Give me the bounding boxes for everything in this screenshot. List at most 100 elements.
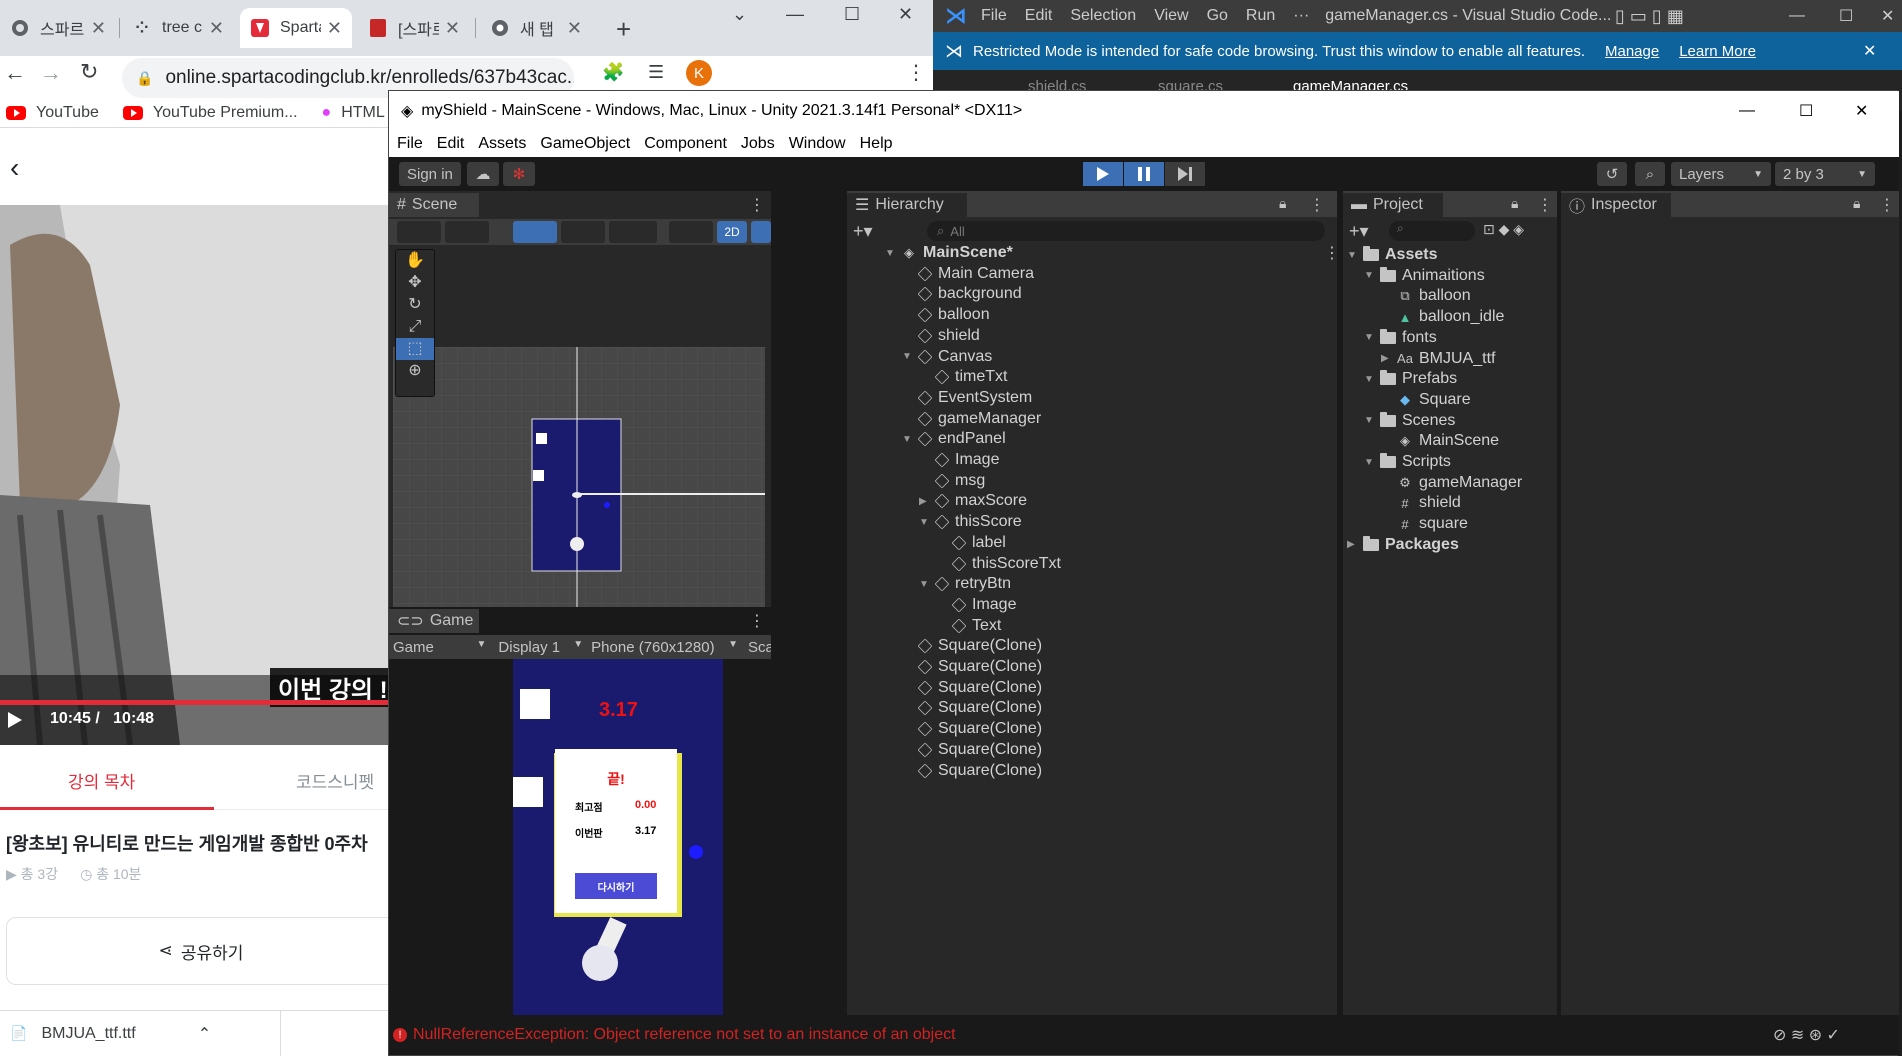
hierarchy-item[interactable]: Square(Clone) — [902, 698, 1042, 718]
tab-search-chevron-icon[interactable]: ⌄ — [732, 4, 747, 25]
project-item[interactable]: ▼ Assets — [1347, 245, 1437, 265]
back-chevron-icon[interactable]: ‹ — [10, 152, 19, 184]
panel-menu-icon[interactable]: ⋮ — [1309, 195, 1325, 215]
game-render[interactable]: 3.17 끝! 최고점 0.00 이번판 3.17 다시하기 — [513, 659, 723, 1017]
hierarchy-item[interactable]: background — [902, 284, 1022, 304]
resolution-dropdown[interactable]: Phone (760x1280) ▼ — [591, 639, 742, 656]
hierarchy-item[interactable]: ▼ endPanel — [902, 429, 1006, 449]
new-tab-plus-icon[interactable]: + — [616, 14, 631, 45]
minimize-icon[interactable]: — — [1789, 7, 1805, 25]
maximize-icon[interactable]: ☐ — [1839, 6, 1853, 26]
hierarchy-item[interactable]: ▼ thisScore — [919, 512, 1022, 532]
hierarchy-item[interactable]: Main Camera — [902, 264, 1034, 284]
forward-arrow-icon[interactable]: → — [40, 60, 62, 86]
project-item[interactable]: ▼ Scenes — [1364, 411, 1455, 431]
unity-menu-window[interactable]: Window — [789, 135, 846, 153]
expanded-arrow-icon[interactable]: ▼ — [1364, 270, 1376, 281]
hierarchy-item[interactable]: timeTxt — [919, 367, 1007, 387]
lock-icon[interactable]: 🔒︎ — [1279, 195, 1286, 212]
hierarchy-item[interactable]: ▼ retryBtn — [919, 574, 1011, 594]
grid-snap-toggle[interactable] — [513, 221, 557, 243]
tab-hierarchy[interactable]: ☰ Hierarchy — [847, 193, 967, 217]
expanded-arrow-icon[interactable]: ▼ — [1364, 332, 1376, 343]
extension-puzzle-icon[interactable]: 🧩 — [602, 62, 624, 83]
hierarchy-item[interactable]: Text — [936, 616, 1001, 636]
project-item[interactable]: ▶ Aa BMJUA_ttf — [1381, 349, 1495, 369]
bookmark-youtube-premium[interactable]: YouTube Premium... — [122, 104, 298, 122]
project-item[interactable]: ▼ Prefabs — [1364, 369, 1457, 389]
learn-more-link[interactable]: Learn More — [1679, 43, 1756, 60]
retry-button[interactable]: 다시하기 — [575, 873, 657, 899]
unity-menu-jobs[interactable]: Jobs — [741, 135, 775, 153]
browser-tab[interactable]: 스파르 ✕ — [0, 8, 116, 48]
maximize-icon[interactable]: ☐ — [1799, 101, 1813, 121]
shading-dropdown[interactable] — [445, 221, 489, 243]
video-progress-bar[interactable] — [0, 700, 388, 705]
rotate-tool-icon[interactable]: ↻ — [396, 294, 434, 316]
panel-menu-icon[interactable]: ⋮ — [749, 195, 765, 215]
close-tab-icon[interactable]: ✕ — [91, 18, 106, 39]
sidepanel-icon[interactable]: ☰ — [648, 62, 664, 83]
hierarchy-item[interactable]: ▶ maxScore — [919, 491, 1027, 511]
expanded-arrow-icon[interactable]: ▼ — [902, 434, 914, 445]
project-item[interactable]: ▼ fonts — [1364, 328, 1437, 348]
panel-menu-icon[interactable]: ⋮ — [1537, 195, 1553, 215]
profile-avatar[interactable]: K — [686, 60, 712, 86]
close-tab-icon[interactable]: ✕ — [445, 18, 460, 39]
tab-lesson-toc[interactable]: 강의 목차 — [68, 768, 135, 793]
hand-tool-icon[interactable]: ✋ — [396, 250, 434, 272]
unity-menu-gameobject[interactable]: GameObject — [540, 135, 630, 153]
share-button[interactable]: ⋖ 공유하기 — [6, 917, 396, 985]
browser-tab[interactable]: [스파르✕ — [358, 8, 470, 48]
lock-icon[interactable]: 🔒︎ — [1853, 195, 1860, 212]
hierarchy-item[interactable]: Square(Clone) — [902, 761, 1042, 781]
close-window-icon[interactable]: ✕ — [1855, 101, 1868, 121]
scene-viewport[interactable] — [393, 347, 765, 647]
video-player[interactable] — [0, 205, 388, 745]
minimize-icon[interactable]: — — [786, 4, 804, 25]
transform-tool-icon[interactable]: ⊕ — [396, 360, 434, 382]
history-icon[interactable]: ↺ — [1597, 162, 1627, 186]
close-tab-icon[interactable]: ✕ — [327, 18, 342, 39]
toggle-2d-button[interactable]: 2D — [717, 221, 747, 243]
status-icons[interactable]: ⊘ ≋ ⊛ ✓ — [1773, 1025, 1840, 1045]
reload-icon[interactable]: ↻ — [80, 59, 98, 85]
project-item[interactable]: # square — [1381, 514, 1468, 534]
step-button[interactable] — [1165, 162, 1205, 186]
draw-mode-dropdown[interactable] — [397, 221, 441, 243]
hierarchy-item[interactable]: Image — [919, 450, 999, 470]
hierarchy-item[interactable]: Image — [936, 595, 1016, 615]
hierarchy-item[interactable]: gameManager — [902, 409, 1041, 429]
project-search-input[interactable]: ⌕ — [1389, 221, 1475, 241]
sign-in-button[interactable]: Sign in — [399, 162, 461, 186]
minimize-icon[interactable]: — — [1739, 102, 1755, 120]
display-dropdown[interactable]: Display 1 ▼ — [498, 639, 587, 656]
close-window-icon[interactable]: ✕ — [898, 4, 913, 25]
project-item[interactable]: # shield — [1381, 493, 1460, 513]
project-item[interactable]: ▲ balloon_idle — [1381, 307, 1505, 327]
expanded-arrow-icon[interactable]: ▼ — [885, 248, 897, 259]
download-chevron-icon[interactable]: ⌃ — [198, 1024, 211, 1044]
filter-icons[interactable]: ⊡ ◆ ◈ — [1483, 221, 1524, 238]
play-icon[interactable] — [8, 712, 22, 728]
close-window-icon[interactable]: ✕ — [1881, 6, 1894, 26]
hierarchy-item[interactable]: EventSystem — [902, 388, 1032, 408]
unity-menu-edit[interactable]: Edit — [437, 135, 465, 153]
vscode-menu-file[interactable]: File — [981, 7, 1007, 25]
unity-menu-file[interactable]: File — [397, 135, 423, 153]
increment-dropdown[interactable] — [609, 221, 657, 243]
snap-dropdown[interactable] — [561, 221, 605, 243]
tab-game[interactable]: ⊂⊃ Game — [389, 609, 479, 633]
chrome-menu-icon[interactable]: ⋮ — [906, 60, 926, 85]
pause-button[interactable] — [1124, 162, 1164, 186]
back-arrow-icon[interactable]: ← — [4, 60, 26, 86]
move-tool-icon[interactable]: ✥ — [396, 272, 434, 294]
browser-tab[interactable]: 새 탭 ✕ — [480, 8, 592, 48]
browser-tab-active[interactable]: Sparta✕ — [240, 8, 352, 48]
unity-menu-component[interactable]: Component — [644, 135, 727, 153]
create-asset-plus-icon[interactable]: +▾ — [1349, 221, 1369, 242]
expanded-arrow-icon[interactable]: ▼ — [1364, 457, 1376, 468]
tab-code-snippets[interactable]: 코드스니펫 — [296, 768, 374, 793]
project-item[interactable]: ◈ MainScene — [1381, 431, 1499, 451]
layout-icons[interactable]: ▯ ▭ ▯ ▦ — [1615, 6, 1684, 27]
